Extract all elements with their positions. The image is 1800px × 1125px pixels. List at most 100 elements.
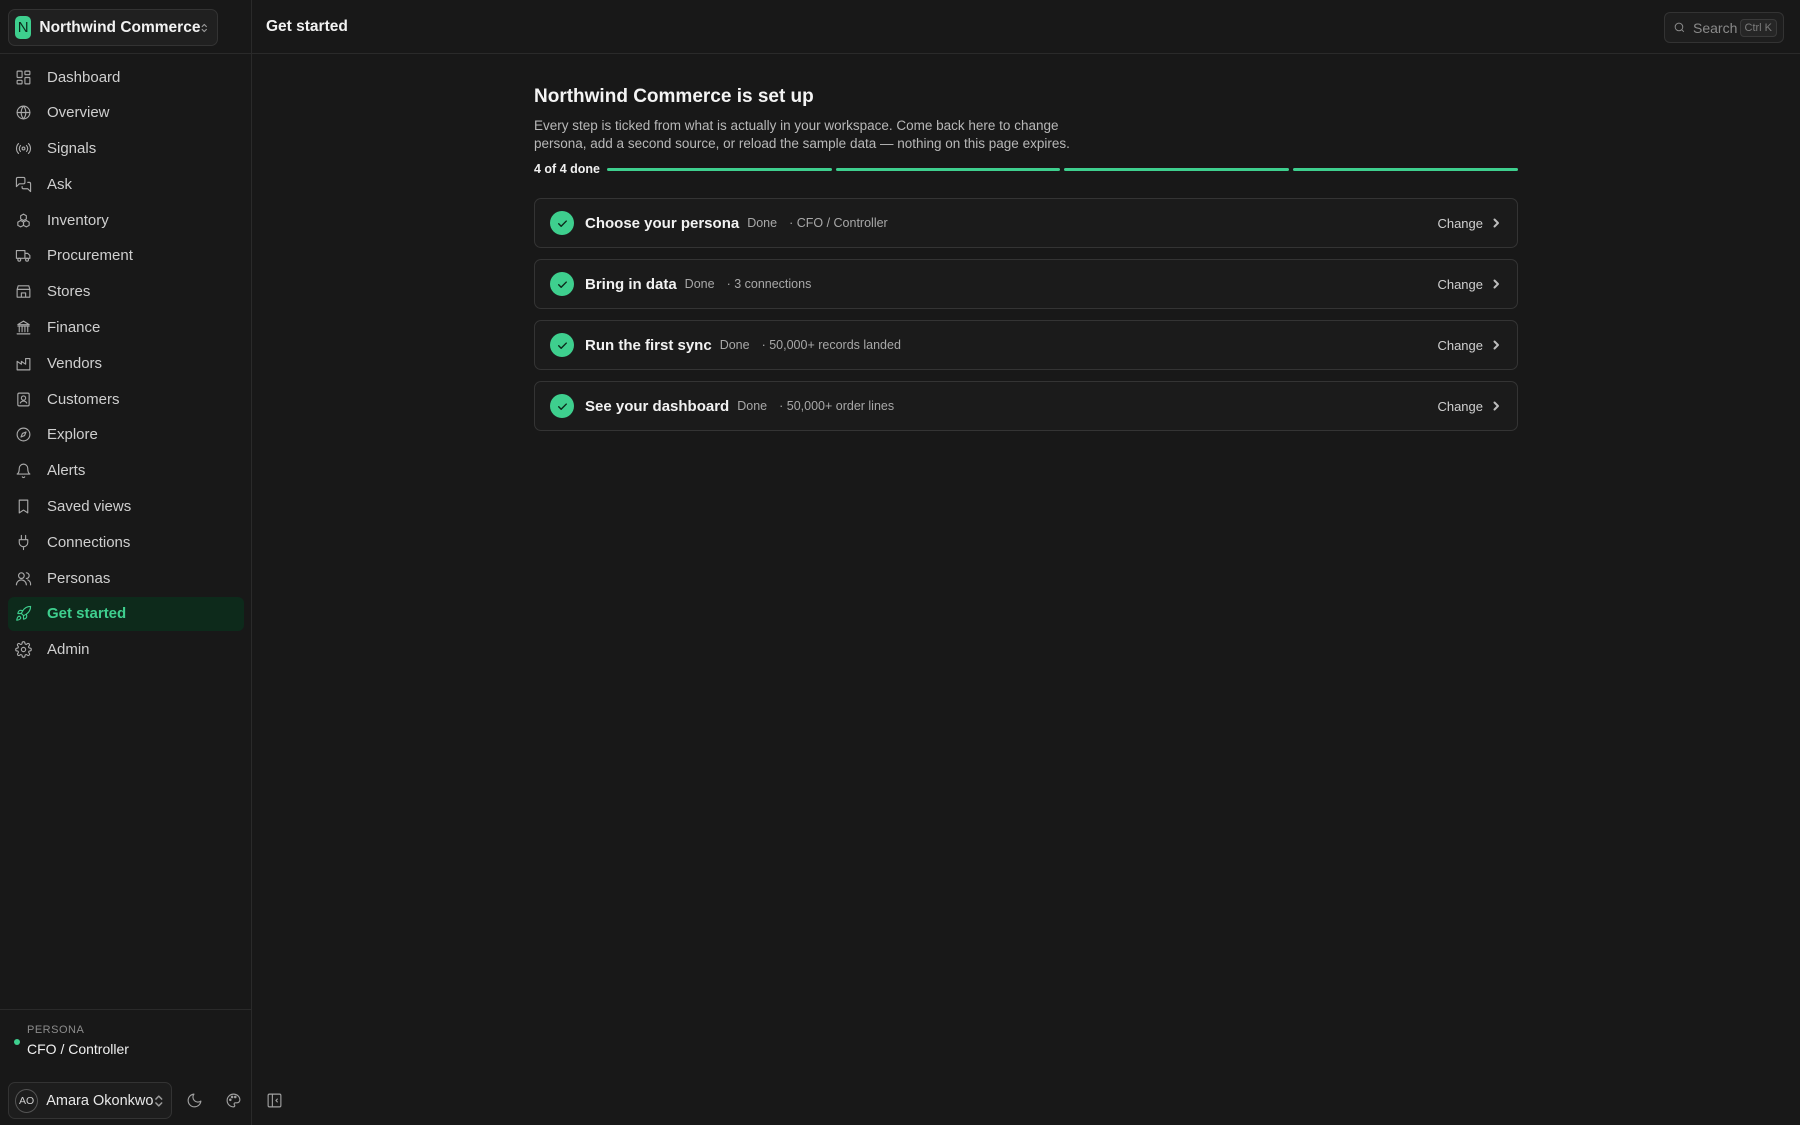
progress-bar: 4 of 4 done (534, 161, 1518, 177)
compass-icon (16, 428, 31, 442)
sidebar: N Northwind Commerce Dashboard Overview … (0, 0, 252, 1125)
setup-step-dashboard[interactable]: See your dashboard Done · 50,000+ order … (534, 381, 1518, 431)
step-title: Run the first sync (585, 336, 712, 354)
sidebar-item-stores[interactable]: Stores (8, 275, 244, 309)
palette-button[interactable] (220, 1087, 246, 1113)
sidebar-item-explore[interactable]: Explore (8, 418, 244, 452)
step-title: Bring in data (585, 275, 677, 293)
user-menu-button[interactable]: AO Amara Okonkwo (8, 1082, 172, 1119)
sidebar-item-label: Procurement (47, 247, 133, 265)
users-icon (15, 571, 32, 586)
main-content: Northwind Commerce is set up Every step … (534, 86, 1518, 442)
setup-step-persona[interactable]: Choose your persona Done · CFO / Control… (534, 198, 1518, 248)
sidebar-item-label: Customers (47, 390, 120, 408)
theme-toggle-button[interactable] (181, 1087, 207, 1113)
sidebar-item-label: Signals (47, 140, 97, 158)
sidebar-item-procurement[interactable]: Procurement (8, 239, 244, 273)
step-detail: · 50,000+ records landed (761, 338, 901, 352)
sidebar-item-vendors[interactable]: Vendors (8, 346, 244, 380)
plug-icon (18, 534, 29, 551)
change-button[interactable]: Change (1437, 338, 1501, 353)
setup-description: Every step is ticked from what is actual… (534, 118, 1070, 151)
sidebar-item-saved-views[interactable]: Saved views (8, 490, 244, 524)
progress-segments (606, 167, 1518, 171)
sidebar-item-alerts[interactable]: Alerts (8, 454, 244, 488)
change-label: Change (1437, 215, 1483, 231)
sidebar-item-label: Dashboard (47, 68, 121, 86)
progress-segment (1293, 167, 1518, 171)
truck-icon (15, 250, 31, 263)
change-label: Change (1437, 337, 1483, 353)
persona-value: CFO / Controller (27, 1041, 129, 1057)
gear-icon (15, 641, 32, 659)
sidebar-item-label: Finance (47, 319, 101, 337)
check-circle-icon (550, 333, 574, 357)
palette-icon (226, 1093, 240, 1107)
check-circle-icon (550, 272, 574, 296)
step-status: Done (747, 216, 778, 230)
setup-step-sync[interactable]: Run the first sync Done · 50,000+ record… (534, 320, 1518, 370)
sidebar-item-customers[interactable]: Customers (8, 382, 244, 416)
change-button[interactable]: Change (1437, 277, 1501, 292)
workspace-name: Northwind Commerce (39, 18, 201, 36)
sidebar-item-signals[interactable]: Signals (8, 132, 244, 166)
search-icon (1674, 22, 1685, 33)
page-title: Get started (266, 18, 348, 35)
check-circle-icon (550, 394, 574, 418)
sidebar-item-label: Connections (47, 533, 131, 551)
sidebar-item-label: Inventory (47, 211, 109, 229)
sidebar-item-label: Vendors (47, 354, 103, 372)
collapse-sidebar-button[interactable] (261, 1087, 287, 1113)
sidebar-item-admin[interactable]: Admin (8, 633, 244, 667)
sidebar-item-personas[interactable]: Personas (8, 561, 244, 595)
search-shortcut: Ctrl K (1739, 18, 1777, 37)
persona-indicator: PERSONA CFO / Controller (14, 1024, 129, 1057)
factory-icon (16, 357, 31, 371)
sidebar-item-label: Saved views (47, 498, 132, 516)
step-title: See your dashboard (585, 397, 730, 415)
avatar: AO (15, 1088, 39, 1113)
sidebar-item-inventory[interactable]: Inventory (8, 203, 244, 237)
signals-icon (16, 143, 31, 155)
progress-segment (835, 167, 1061, 171)
sidebar-item-label: Explore (47, 426, 98, 444)
user-name: Amara Okonkwo (46, 1092, 154, 1109)
sidebar-item-label: Admin (47, 641, 90, 659)
progress-segment (606, 167, 832, 171)
top-header: Get started Search Ctrl K (252, 0, 1800, 54)
sidebar-item-label: Get started (47, 605, 127, 623)
setup-title: Northwind Commerce is set up (534, 86, 814, 107)
sidebar-item-label: Stores (47, 283, 91, 301)
store-icon (16, 285, 31, 299)
change-label: Change (1437, 276, 1483, 292)
search-label: Search (1693, 19, 1738, 36)
globe-icon (16, 105, 31, 120)
progress-segment (1064, 167, 1290, 171)
check-circle-icon (550, 211, 574, 235)
step-detail: · 50,000+ order lines (779, 399, 895, 413)
change-button[interactable]: Change (1437, 216, 1501, 231)
step-detail: · CFO / Controller (789, 216, 888, 230)
sidebar-divider (0, 1009, 252, 1010)
sidebar-item-get-started[interactable]: Get started (8, 596, 244, 631)
sidebar-item-finance[interactable]: Finance (8, 311, 244, 345)
moon-icon (187, 1093, 201, 1107)
sidebar-item-connections[interactable]: Connections (8, 525, 244, 559)
step-status: Done (684, 277, 715, 291)
sidebar-item-dashboard[interactable]: Dashboard (8, 60, 244, 94)
workspace-switcher[interactable]: N Northwind Commerce (8, 9, 218, 46)
sidebar-nav: Dashboard Overview Signals Ask Inventory… (8, 60, 244, 669)
bell-icon (16, 463, 31, 479)
chevron-right-icon (1493, 279, 1499, 289)
change-button[interactable]: Change (1437, 399, 1501, 414)
contact-icon (17, 392, 30, 407)
sidebar-item-label: Ask (47, 175, 73, 193)
sidebar-item-overview[interactable]: Overview (8, 96, 244, 130)
chevron-up-down-icon (202, 23, 208, 32)
progress-label: 4 of 4 done (534, 162, 600, 176)
change-label: Change (1437, 398, 1483, 414)
setup-step-data[interactable]: Bring in data Done · 3 connections Chang… (534, 259, 1518, 309)
sidebar-item-ask[interactable]: Ask (8, 167, 244, 201)
dashboard-icon (16, 70, 31, 84)
search-button[interactable]: Search Ctrl K (1664, 12, 1784, 43)
